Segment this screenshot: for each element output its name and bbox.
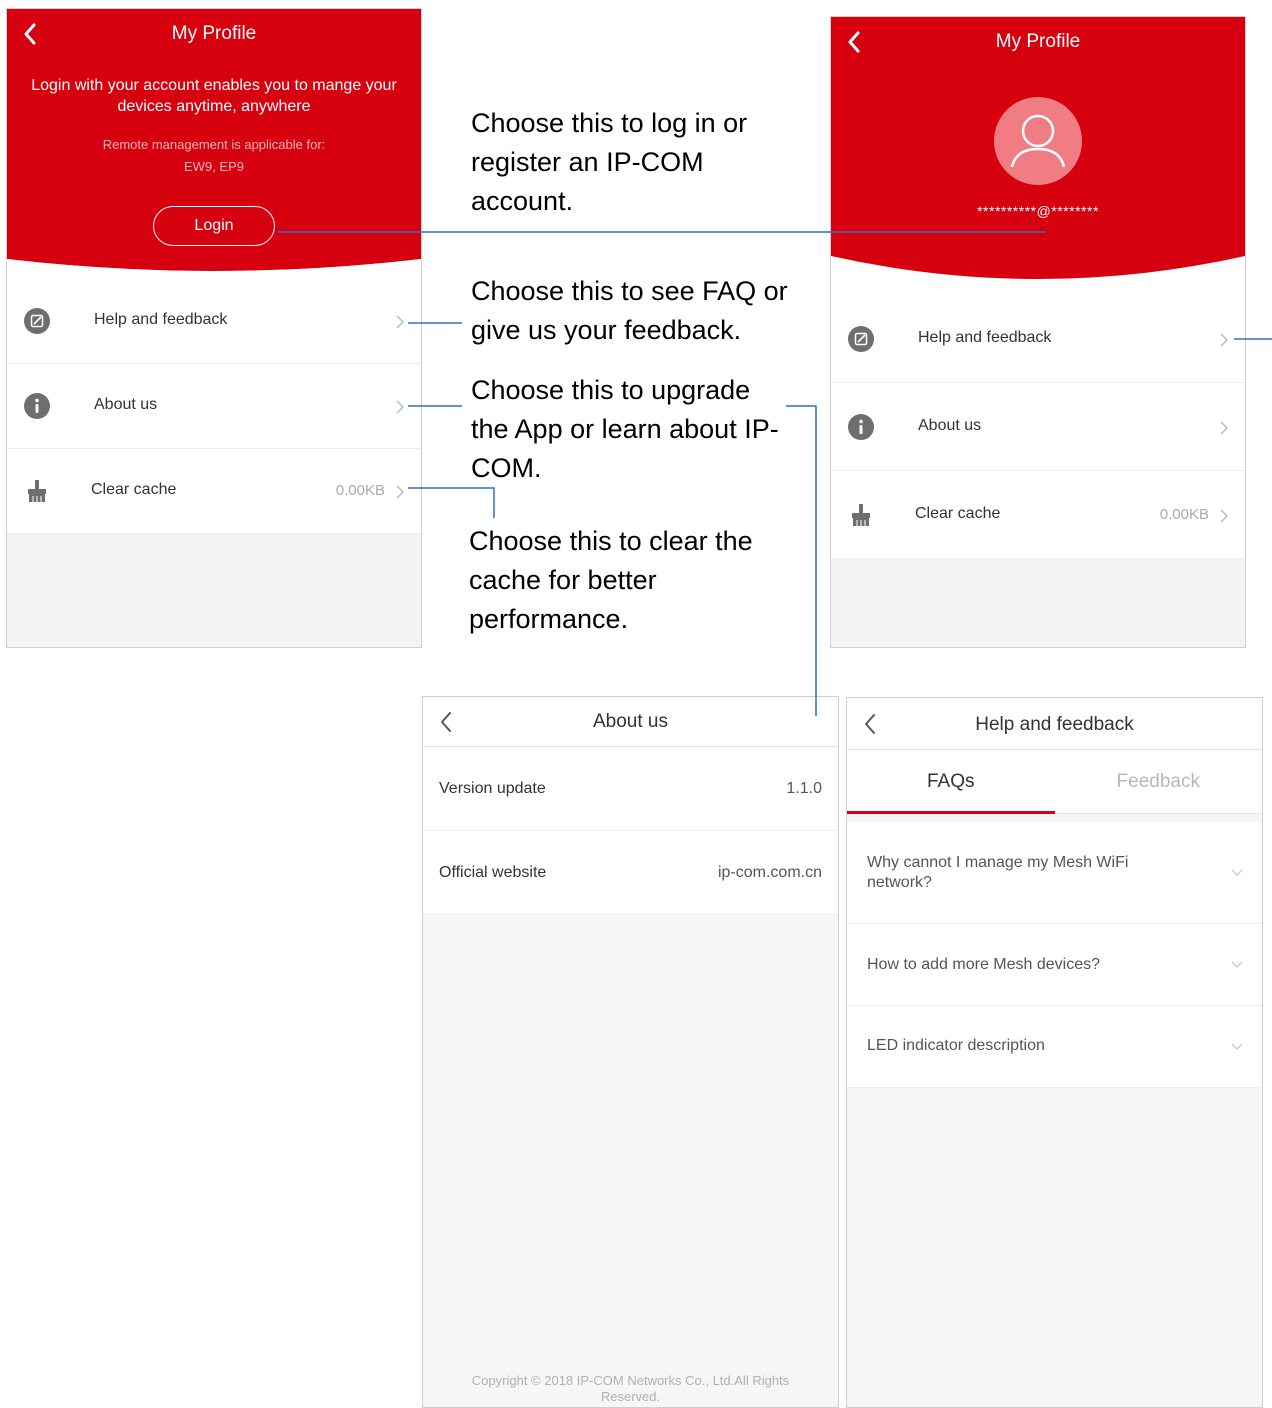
- profile-menu: Help and feedback About us Clear cache 0…: [831, 299, 1245, 559]
- menu-item-label: Help and feedback: [918, 329, 1052, 346]
- remote-note-line: Remote management is applicable for:: [102, 137, 326, 152]
- about-list: Version update 1.1.0 Official website ip…: [423, 747, 838, 915]
- page-title: Help and feedback: [975, 714, 1134, 735]
- about-screen: About us Version update 1.1.0 Official w…: [422, 696, 839, 1408]
- annotation-help: Choose this to see FAQ or give us your f…: [471, 276, 788, 345]
- menu-item-about-us[interactable]: About us: [831, 383, 1245, 471]
- menu-item-help-feedback[interactable]: Help and feedback: [7, 279, 421, 364]
- faq-item[interactable]: Why cannot I manage my Mesh WiFi network…: [847, 822, 1262, 924]
- chevron-right-icon: [396, 485, 405, 499]
- app-version: 1.1.0: [786, 780, 822, 797]
- edit-icon: [24, 308, 50, 334]
- info-icon: [848, 414, 874, 440]
- annotation-cache: Choose this to clear the cache for bette…: [469, 526, 753, 634]
- profile-menu: Help and feedback About us Clear cache 0…: [7, 279, 421, 534]
- page-title: About us: [593, 711, 668, 732]
- profile-header: My Profile **********@********: [831, 17, 1245, 300]
- faq-list: Why cannot I manage my Mesh WiFi network…: [847, 822, 1262, 1088]
- chevron-down-icon: [1231, 1043, 1243, 1050]
- info-icon: [24, 393, 50, 419]
- about-header: About us: [423, 697, 838, 747]
- row-label: Official website: [439, 864, 547, 881]
- page-title: My Profile: [995, 31, 1081, 52]
- website-link[interactable]: ip-com.com.cn: [718, 864, 822, 882]
- help-tabs: FAQs Feedback: [847, 750, 1262, 814]
- header-curve: [7, 259, 421, 285]
- menu-item-about-us[interactable]: About us: [7, 364, 421, 449]
- faq-question: Why cannot I manage my Mesh WiFi network…: [867, 854, 1129, 891]
- menu-item-label: About us: [918, 417, 982, 434]
- menu-item-clear-cache[interactable]: Clear cache 0.00KB: [7, 449, 421, 534]
- version-update-row[interactable]: Version update 1.1.0: [423, 747, 838, 831]
- cache-size: 0.00KB: [335, 482, 385, 499]
- page-title: My Profile: [171, 23, 257, 44]
- menu-item-help-feedback[interactable]: Help and feedback: [831, 295, 1245, 383]
- chevron-down-icon: [1231, 961, 1243, 968]
- tab-feedback[interactable]: Feedback: [1055, 750, 1263, 814]
- menu-item-label: Clear cache: [91, 481, 177, 498]
- row-label: Version update: [439, 780, 546, 797]
- login-message: Login with your account enables you to m…: [31, 77, 397, 115]
- help-header: Help and feedback: [847, 698, 1262, 750]
- profile-guest-screen: My Profile Login with your account enabl…: [6, 8, 422, 648]
- user-icon: [1010, 114, 1066, 168]
- chevron-right-icon: [396, 400, 405, 414]
- profile-header: My Profile Login with your account enabl…: [7, 9, 421, 285]
- tab-faqs[interactable]: FAQs: [847, 750, 1055, 814]
- remote-management-note: Remote management is applicable for: EW9…: [7, 134, 421, 178]
- chevron-down-icon: [1231, 869, 1243, 876]
- faq-question: LED indicator description: [867, 1037, 1045, 1054]
- copyright-text: Copyright © 2018 IP-COM Networks Co., Lt…: [471, 1373, 790, 1404]
- faq-item[interactable]: How to add more Mesh devices?: [847, 924, 1262, 1006]
- broom-icon: [852, 504, 870, 526]
- cache-size: 0.00KB: [1159, 506, 1209, 523]
- faq-item[interactable]: LED indicator description: [847, 1006, 1262, 1088]
- faq-question: How to add more Mesh devices?: [867, 956, 1100, 973]
- user-email: **********@********: [977, 203, 1099, 219]
- chevron-right-icon: [396, 315, 405, 329]
- menu-item-label: Clear cache: [915, 505, 1001, 522]
- official-website-row[interactable]: Official website ip-com.com.cn: [423, 831, 838, 915]
- chevron-right-icon: [1220, 509, 1229, 523]
- menu-item-label: Help and feedback: [94, 311, 228, 328]
- menu-item-label: About us: [94, 396, 158, 413]
- profile-user-screen: My Profile **********@******** Help and …: [830, 16, 1246, 648]
- avatar[interactable]: [994, 97, 1082, 185]
- help-feedback-screen: Help and feedback FAQs Feedback Why cann…: [846, 697, 1263, 1408]
- annotation-login: Choose this to log in or register an IP-…: [471, 108, 748, 216]
- chevron-right-icon: [1220, 333, 1229, 347]
- chevron-right-icon: [1220, 421, 1229, 435]
- broom-icon: [28, 480, 46, 502]
- edit-icon: [848, 326, 874, 352]
- annotation-about: Choose this to upgrade the App or learn …: [471, 375, 779, 483]
- supported-models: EW9, EP9: [184, 159, 244, 174]
- active-tab-indicator: [847, 811, 1055, 814]
- menu-item-clear-cache[interactable]: Clear cache 0.00KB: [831, 471, 1245, 559]
- header-curve: [831, 256, 1245, 300]
